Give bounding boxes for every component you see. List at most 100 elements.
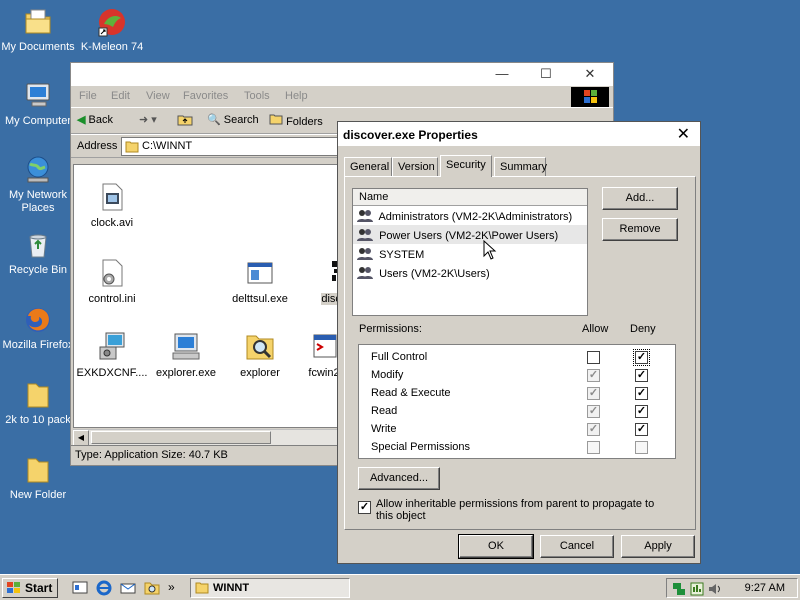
list-item-label: SYSTEM bbox=[379, 249, 425, 261]
allow-column-label: Allow bbox=[582, 323, 609, 335]
forward-button[interactable]: ➜ ▾ bbox=[139, 113, 157, 126]
tray-tool-icon[interactable] bbox=[689, 581, 705, 597]
deny-checkbox[interactable]: ✓ bbox=[635, 405, 648, 418]
remove-button[interactable]: Remove bbox=[602, 218, 678, 241]
tab-general[interactable]: General bbox=[344, 157, 392, 177]
ok-button[interactable]: OK bbox=[458, 534, 534, 559]
file-item[interactable]: clock.avi bbox=[72, 181, 152, 229]
maximize-button[interactable]: ☐ bbox=[531, 65, 561, 83]
permission-row-modify: Modify ✓ ✓ bbox=[371, 367, 671, 385]
explorer-title-bar[interactable]: — ☐ ✕ bbox=[71, 63, 613, 86]
desktop-icon-my-computer[interactable]: My Computer bbox=[0, 80, 76, 128]
dialog-close-button[interactable]: ✕ bbox=[677, 124, 690, 144]
allow-checkbox[interactable]: ✓ bbox=[587, 423, 600, 436]
allow-checkbox[interactable] bbox=[587, 441, 600, 454]
scroll-thumb[interactable] bbox=[91, 431, 271, 444]
search-icon: 🔍 bbox=[207, 114, 221, 126]
deny-checkbox[interactable]: ✓ bbox=[635, 369, 648, 382]
taskbar-button-winnt[interactable]: WINNT bbox=[190, 578, 350, 598]
list-item[interactable]: Administrators (VM2-2K\Administrators) bbox=[353, 206, 587, 225]
menu-file[interactable]: File bbox=[79, 90, 97, 102]
list-item[interactable]: SYSTEM bbox=[353, 244, 587, 263]
deny-checkbox[interactable] bbox=[635, 441, 648, 454]
inherit-checkbox[interactable]: ✓ bbox=[358, 501, 371, 514]
up-folder-button[interactable] bbox=[177, 113, 193, 129]
recycle-bin-icon bbox=[29, 234, 47, 258]
search-button[interactable]: 🔍 Search bbox=[207, 113, 259, 126]
file-list: clock.avi control.ini delttsul.exe EXKDX… bbox=[72, 164, 380, 428]
file-item[interactable]: explorer.exe bbox=[146, 331, 226, 379]
inherit-permissions-option[interactable]: ✓ Allow inheritable permissions from pare… bbox=[358, 498, 678, 522]
address-input[interactable]: C:\WINNT bbox=[121, 137, 351, 156]
file-item[interactable]: EXKDXCNF.... bbox=[72, 331, 152, 379]
advanced-button[interactable]: Advanced... bbox=[358, 467, 440, 490]
user-group-icon bbox=[357, 229, 373, 241]
list-item[interactable]: Users (VM2-2K\Users) bbox=[353, 263, 587, 282]
deny-checkbox[interactable]: ✓ bbox=[633, 349, 650, 366]
list-item-selected[interactable]: Power Users (VM2-2K\Power Users) bbox=[353, 225, 587, 244]
explorer-exe-icon bbox=[172, 333, 200, 360]
search-folder-icon[interactable] bbox=[144, 580, 160, 596]
show-desktop-icon[interactable] bbox=[72, 580, 88, 596]
quicklaunch-more-icon[interactable]: » bbox=[168, 580, 175, 594]
folder-documents-icon bbox=[25, 9, 51, 34]
minimize-button[interactable]: — bbox=[487, 65, 517, 83]
desktop-icon-my-network[interactable]: My Network Places bbox=[0, 154, 76, 215]
permission-name: Write bbox=[371, 423, 397, 435]
allow-checkbox[interactable]: ✓ bbox=[587, 369, 600, 382]
internet-explorer-icon[interactable] bbox=[96, 580, 112, 596]
menu-view[interactable]: View bbox=[146, 90, 170, 102]
desktop-icon-recycle-bin[interactable]: Recycle Bin bbox=[0, 229, 76, 277]
explorer-menu-bar: File Edit View Favorites Tools Help bbox=[71, 86, 613, 108]
scroll-left-icon[interactable]: ◀ bbox=[73, 430, 89, 446]
menu-favorites[interactable]: Favorites bbox=[183, 90, 228, 102]
close-button[interactable]: ✕ bbox=[575, 65, 605, 83]
tab-summary[interactable]: Summary bbox=[494, 157, 547, 177]
horizontal-scrollbar[interactable]: ◀ bbox=[73, 429, 341, 446]
network-icon bbox=[27, 156, 49, 183]
dialog-title: discover.exe Properties bbox=[343, 128, 478, 142]
deny-checkbox[interactable]: ✓ bbox=[635, 423, 648, 436]
menu-edit[interactable]: Edit bbox=[111, 90, 130, 102]
file-item[interactable]: delttsul.exe bbox=[220, 257, 300, 305]
kmeleon-icon bbox=[98, 9, 125, 37]
allow-checkbox[interactable] bbox=[587, 351, 600, 364]
tab-security[interactable]: Security bbox=[440, 155, 492, 177]
deny-checkbox[interactable]: ✓ bbox=[635, 387, 648, 400]
computer-icon bbox=[26, 83, 50, 107]
tab-version[interactable]: Version bbox=[392, 157, 438, 177]
desktop-icon-new-folder[interactable]: New Folder bbox=[0, 454, 76, 502]
allow-checkbox[interactable]: ✓ bbox=[587, 387, 600, 400]
name-column-header[interactable]: Name bbox=[353, 189, 587, 206]
mouse-cursor-icon bbox=[483, 240, 497, 260]
desktop-icon-firefox[interactable]: Mozilla Firefox bbox=[0, 304, 76, 352]
menu-tools[interactable]: Tools bbox=[244, 90, 270, 102]
add-button[interactable]: Add... bbox=[602, 187, 678, 210]
outlook-express-icon[interactable] bbox=[120, 580, 136, 596]
search-label: Search bbox=[223, 114, 259, 126]
dialog-title-bar[interactable]: discover.exe Properties ✕ bbox=[338, 122, 700, 146]
desktop-icon-label: New Folder bbox=[9, 489, 67, 501]
desktop-icon-kmeleon[interactable]: K-Meleon 74 bbox=[74, 6, 150, 54]
permission-name: Read & Execute bbox=[371, 387, 451, 399]
folders-button[interactable]: Folders bbox=[269, 113, 323, 128]
desktop-icon-my-documents[interactable]: My Documents bbox=[0, 6, 76, 54]
start-button[interactable]: Start bbox=[2, 578, 58, 598]
menu-help[interactable]: Help bbox=[285, 90, 308, 102]
desktop-icon-2k-to-10-pack[interactable]: 2k to 10 pack bbox=[0, 379, 76, 427]
taskbar-button-label: WINNT bbox=[213, 582, 250, 594]
tray-network-icon[interactable] bbox=[671, 581, 687, 597]
back-button[interactable]: ◀ Back bbox=[77, 113, 113, 126]
video-file-icon bbox=[102, 183, 123, 211]
clock: 9:27 AM bbox=[744, 582, 785, 594]
permission-name: Full Control bbox=[371, 351, 428, 363]
cancel-button[interactable]: Cancel bbox=[540, 535, 614, 558]
desktop-icon-label: K-Meleon 74 bbox=[80, 41, 144, 53]
allow-checkbox[interactable]: ✓ bbox=[587, 405, 600, 418]
apply-button[interactable]: Apply bbox=[621, 535, 695, 558]
user-group-icon bbox=[357, 267, 373, 279]
system-tray: 9:27 AM bbox=[666, 578, 798, 598]
tray-volume-icon[interactable] bbox=[707, 581, 723, 597]
file-name: explorer.exe bbox=[156, 367, 216, 379]
file-item[interactable]: control.ini bbox=[72, 257, 152, 305]
